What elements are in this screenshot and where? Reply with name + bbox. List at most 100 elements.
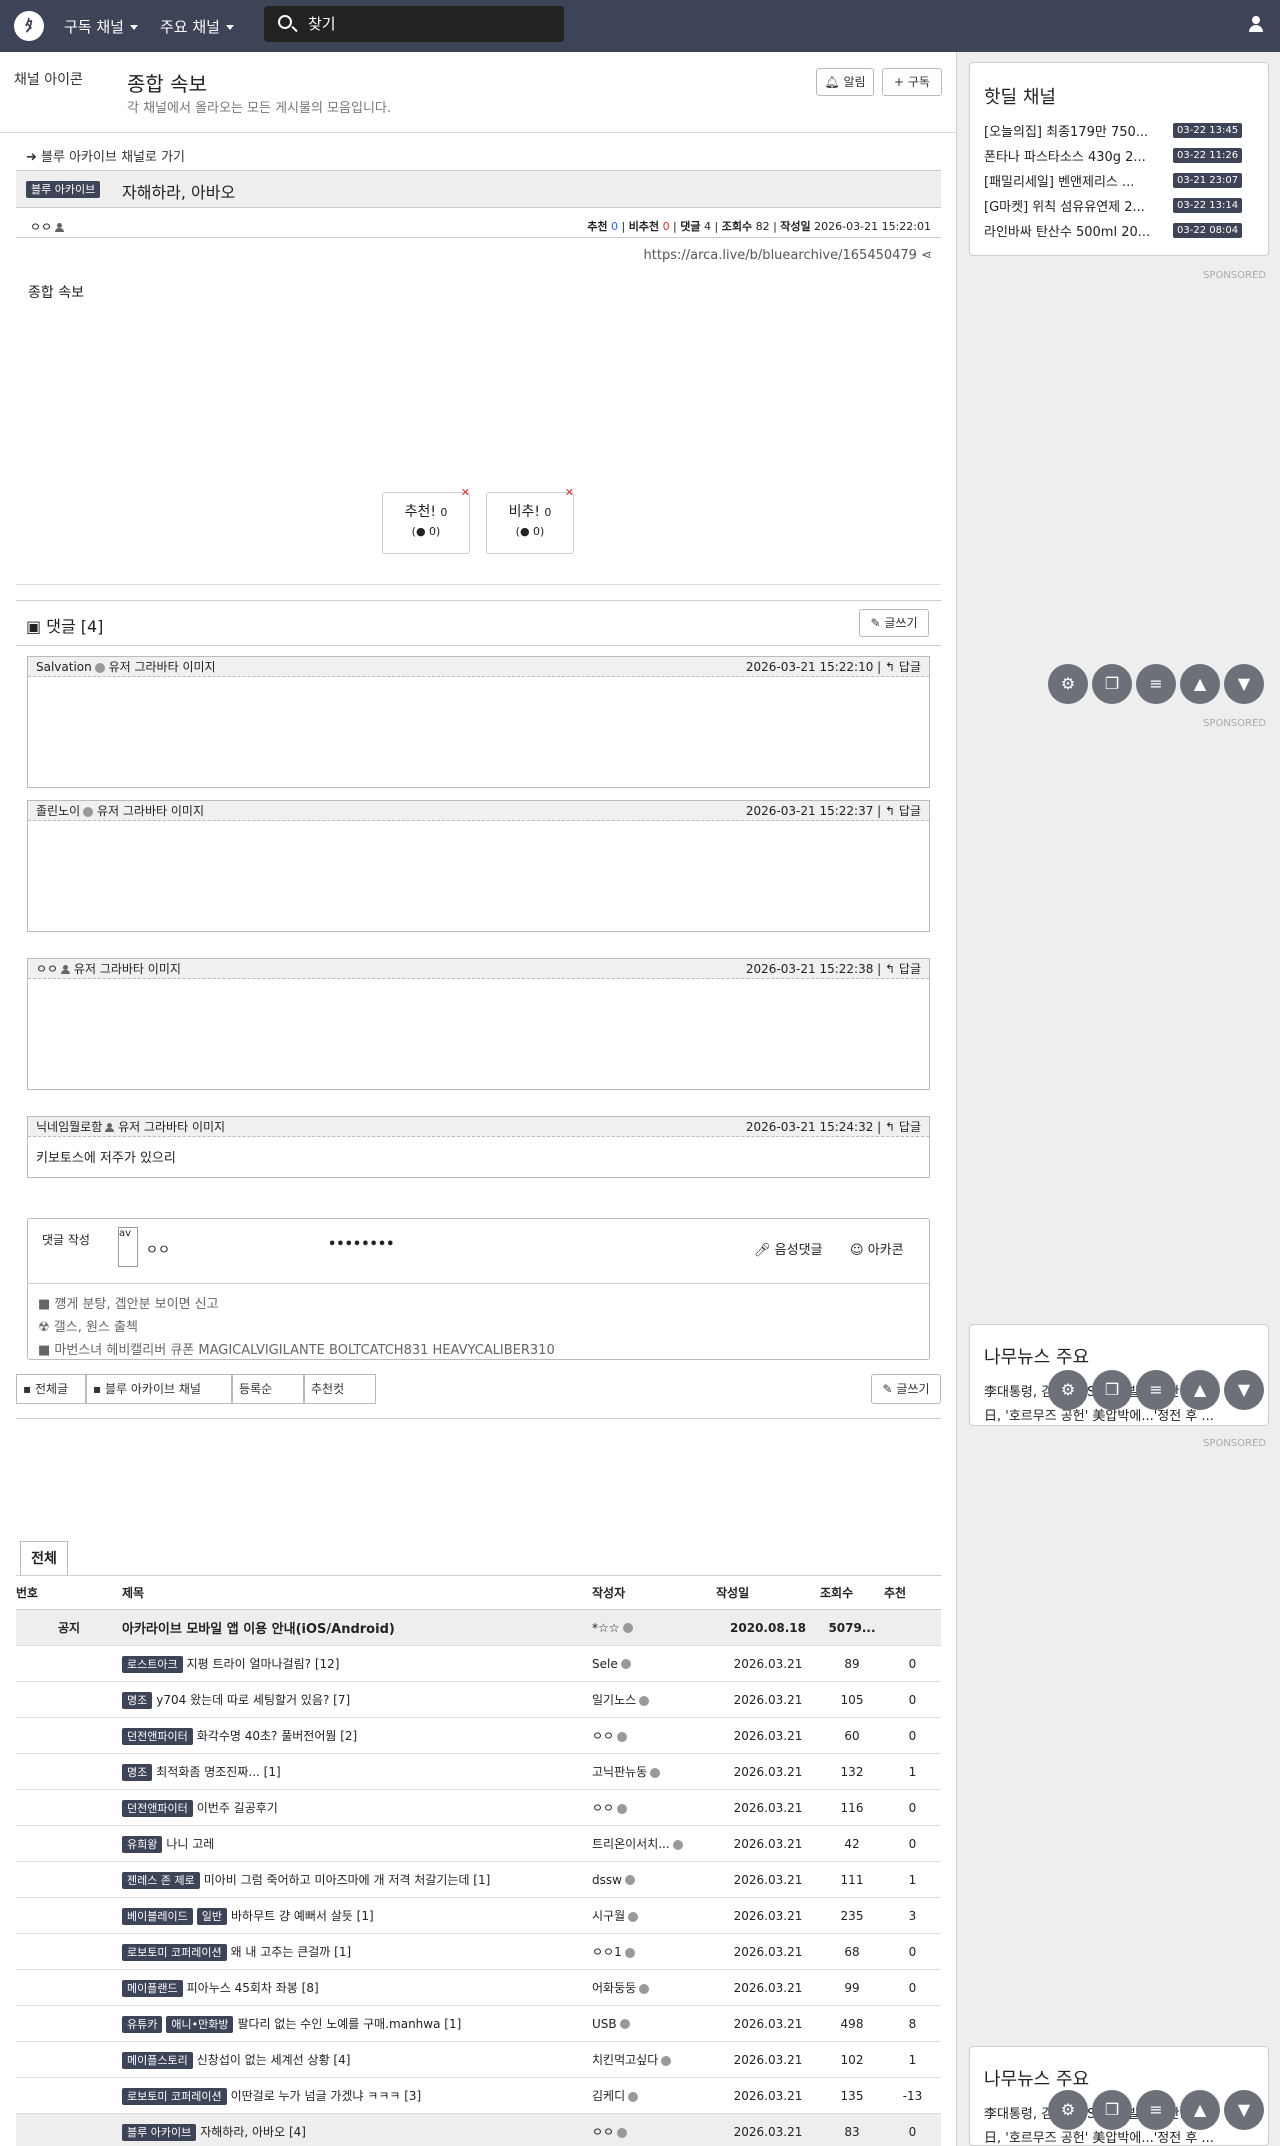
row-title-cell[interactable]: 던전앤파이터 화각수명 40초? 풀버전어뭠 [2] xyxy=(122,1717,592,1754)
table-row[interactable]: 젠레스 존 제로 미아비 그럼 죽어하고 미아즈마에 개 저격 처갈기는데 [1]… xyxy=(16,1861,941,1898)
table-row[interactable]: 던전앤파이터 화각수명 40초? 풀버전어뭠 [2] ㅇㅇ 2026.03.21 60 0 xyxy=(16,1717,941,1754)
search-input[interactable] xyxy=(308,13,548,35)
category-badge[interactable]: 젠레스 존 제로 xyxy=(122,1871,200,1889)
row-author-cell[interactable]: ㅇㅇ xyxy=(592,2113,716,2146)
password-field[interactable]: •••••••• xyxy=(328,1237,394,1252)
post-author[interactable]: ㅇㅇ xyxy=(30,218,65,235)
category-badge[interactable]: 명조 xyxy=(122,1763,153,1781)
post-url[interactable]: https://arca.live/b/bluearchive/16545047… xyxy=(644,248,932,263)
category-badge[interactable]: 명조 xyxy=(122,1691,153,1709)
row-title[interactable]: 아카라이브 모바일 앱 이용 안내(iOS/Android) xyxy=(122,1622,395,1637)
write-button-bottom[interactable]: ✎ 글쓰기 xyxy=(871,1374,941,1404)
nickname-field[interactable]: ㅇㅇ xyxy=(146,1239,170,1258)
table-row[interactable]: 메이플스토리 신창섭이 없는 세계선 상황 [4] 치킨먹고싶다 2026.03.21… xyxy=(16,2041,941,2078)
table-row[interactable]: 블루 아카이브 자해하라, 아바오 [4] ㅇㅇ 2026.03.21 83 0 xyxy=(16,2113,941,2146)
row-author-cell[interactable]: 시구월 xyxy=(592,1897,716,1934)
share-icon[interactable]: ⋖ xyxy=(921,248,932,263)
row-author[interactable]: ㅇㅇ xyxy=(592,1801,614,1815)
scroll-top-icon[interactable]: ▲ xyxy=(1180,664,1220,704)
table-row[interactable]: 베이블레이드 일반 바하무트 걍 예뻐서 살듯 [1] 시구월 2026.03.21 23… xyxy=(16,1897,941,1934)
row-author-cell[interactable]: 고닉판뉴동 xyxy=(592,1753,716,1790)
scroll-bottom-icon[interactable]: ▼ xyxy=(1224,664,1264,704)
category-badge[interactable]: 로보토미 코퍼레이션 xyxy=(122,2087,227,2105)
row-title-cell[interactable]: 던전앤파이터 이번주 길공후기 xyxy=(122,1789,592,1826)
row-author[interactable]: ㅇㅇ1 xyxy=(592,1945,622,1959)
category-badge[interactable]: 유튜카 xyxy=(122,2015,163,2033)
row-title-cell[interactable]: 명조 최적화좀 명조진짜... [1] xyxy=(122,1753,592,1790)
row-author-cell[interactable]: ㅇㅇ1 xyxy=(592,1933,716,1970)
row-author[interactable]: ㅇㅇ xyxy=(592,2125,614,2139)
row-title-cell[interactable]: 베이블레이드 일반 바하무트 걍 예뻐서 살듯 [1] xyxy=(122,1897,592,1934)
hotdeal-item[interactable]: 폰타나 파스타소스 430g 2... xyxy=(984,146,1168,165)
notice-row[interactable]: 공지 아카라이브 모바일 앱 이용 안내(iOS/Android) *☆☆ 2020.… xyxy=(16,1609,941,1646)
row-author[interactable]: 일기노스 xyxy=(592,1693,636,1707)
settings-gear-icon[interactable]: ⚙ xyxy=(1048,1370,1088,1410)
voice-comment-button[interactable]: 🎤︎ 음성댓글 xyxy=(754,1239,823,1258)
category-badge[interactable]: 일반 xyxy=(196,1907,227,1925)
board-title[interactable]: 종합 속보 xyxy=(127,68,207,97)
row-title[interactable]: 팔다리 없는 수인 노예를 구매.manhwa [1] xyxy=(237,2017,461,2031)
table-row[interactable]: 명조 y704 왔는데 따로 세팅할거 있음? [7] 일기노스 2026.03.21… xyxy=(16,1681,941,1718)
scroll-bottom-icon[interactable]: ▼ xyxy=(1224,2090,1264,2130)
search-icon[interactable] xyxy=(278,15,292,29)
row-title[interactable]: 최적화좀 명조진짜... [1] xyxy=(156,1765,280,1779)
row-title[interactable]: 신창섭이 없는 세계선 상황 [4] xyxy=(197,2053,351,2067)
post-category-badge[interactable]: 블루 아카이브 xyxy=(26,181,101,198)
row-title[interactable]: 미아비 그럼 죽어하고 미아즈마에 개 저격 처갈기는데 [1] xyxy=(204,1873,491,1887)
row-title-cell[interactable]: 아카라이브 모바일 앱 이용 안내(iOS/Android) xyxy=(122,1609,592,1646)
row-title[interactable]: 이딴걸로 누가 넘글 가겠냐 ㅋㅋㅋ [3] xyxy=(231,2089,422,2103)
row-author[interactable]: USB xyxy=(592,2017,617,2031)
row-title-cell[interactable]: 유튜카 애니•만화방 팔다리 없는 수인 노예를 구매.manhwa [1] xyxy=(122,2005,592,2042)
reply-button[interactable]: ↰ 답글 xyxy=(885,660,921,674)
row-title[interactable]: y704 왔는데 따로 세팅할거 있음? [7] xyxy=(156,1693,350,1707)
category-badge[interactable]: 던전앤파이터 xyxy=(122,1727,193,1745)
category-badge[interactable]: 로스트아크 xyxy=(122,1655,183,1673)
hotdeal-item[interactable]: [오늘의집] 최종179만 750... xyxy=(984,121,1168,140)
row-author[interactable]: 어화둥둥 xyxy=(592,1981,636,1995)
row-title[interactable]: 이번주 길공후기 xyxy=(197,1801,278,1815)
row-title-cell[interactable]: 로스트아크 지평 트라이 얼마나걸림? [12] xyxy=(122,1645,592,1682)
row-title-cell[interactable]: 블루 아카이브 자해하라, 아바오 [4] xyxy=(122,2113,592,2146)
arca-logo-icon[interactable]: ﾀ xyxy=(14,11,44,41)
hotdeal-title[interactable]: 핫딜 채널 xyxy=(984,83,1056,109)
subscribed-channels-menu[interactable]: 구독 채널 xyxy=(64,16,138,37)
tab-channel[interactable]: ▪ 블루 아카이브 채널 xyxy=(86,1374,232,1404)
table-row[interactable]: 명조 최적화좀 명조진짜... [1] 고닉판뉴동 2026.03.21 132 1 xyxy=(16,1753,941,1790)
reply-button[interactable]: ↰ 답글 xyxy=(885,804,921,818)
chat-icon[interactable]: ❐ xyxy=(1092,664,1132,704)
row-author[interactable]: 시구월 xyxy=(592,1909,625,1923)
list-icon[interactable]: ≡ xyxy=(1136,2090,1176,2130)
tab-all[interactable]: 전체 xyxy=(20,1541,68,1575)
main-channels-menu[interactable]: 주요 채널 xyxy=(160,16,234,37)
alarm-button[interactable]: 🔔︎ 알림 xyxy=(816,68,874,96)
scroll-top-icon[interactable]: ▲ xyxy=(1180,2090,1220,2130)
best-cut-select[interactable]: 추천컷 xyxy=(304,1374,376,1404)
goto-channel-link[interactable]: ➜ 블루 아카이브 채널로 가기 xyxy=(26,146,185,165)
subscribe-button[interactable]: + 구독 xyxy=(882,68,942,96)
category-badge[interactable]: 메이플랜드 xyxy=(122,1979,183,1997)
table-row[interactable]: 로보토미 코퍼레이션 왜 내 고추는 큰걸까 [1] ㅇㅇ1 2026.03.21 68… xyxy=(16,1933,941,1970)
news-item[interactable]: 日, '호르무즈 공헌' 美압박에...'정전 후 ... xyxy=(984,2127,1264,2145)
row-author[interactable]: Sele xyxy=(592,1657,618,1671)
chat-icon[interactable]: ❐ xyxy=(1092,2090,1132,2130)
category-badge[interactable]: 애니•만화방 xyxy=(166,2015,234,2033)
category-badge[interactable]: 메이플스토리 xyxy=(122,2051,193,2069)
row-title-cell[interactable]: 젠레스 존 제로 미아비 그럼 죽어하고 미아즈마에 개 저격 처갈기는데 [1] xyxy=(122,1861,592,1898)
row-author[interactable]: 고닉판뉴동 xyxy=(592,1765,647,1779)
row-author-cell[interactable]: 김케디 xyxy=(592,2077,716,2114)
row-title[interactable]: 지평 트라이 얼마나걸림? [12] xyxy=(187,1657,340,1671)
hotdeal-item[interactable]: 라인바싸 탄산수 500ml 20... xyxy=(984,221,1168,240)
category-badge[interactable]: 베이블레이드 xyxy=(122,1907,193,1925)
row-author[interactable]: 트리온이서치... xyxy=(592,1837,670,1851)
row-author-cell[interactable]: 치킨먹고싶다 xyxy=(592,2041,716,2078)
row-author[interactable]: dssw xyxy=(592,1873,622,1887)
hotdeal-item[interactable]: [G마켓] 위칙 섬유유연제 2... xyxy=(984,196,1168,215)
hotdeal-item[interactable]: [패밀리세일] 벤앤제리스 ... xyxy=(984,171,1168,190)
row-author-cell[interactable]: ㅇㅇ xyxy=(592,1717,716,1754)
settings-gear-icon[interactable]: ⚙ xyxy=(1048,2090,1088,2130)
list-icon[interactable]: ≡ xyxy=(1136,664,1176,704)
reply-button[interactable]: ↰ 답글 xyxy=(885,962,921,976)
comment-textarea[interactable]: ■ 꺵게 분탕, 곕안분 보이면 신고 ☢ 갤스, 원스 출첵 ■ 마번스녀 헤… xyxy=(38,1293,918,1357)
news-item[interactable]: 日, '호르무즈 공헌' 美압박에...'정전 후 ... xyxy=(984,1405,1264,1424)
row-title[interactable]: 바하무트 걍 예뻐서 살듯 [1] xyxy=(231,1909,374,1923)
